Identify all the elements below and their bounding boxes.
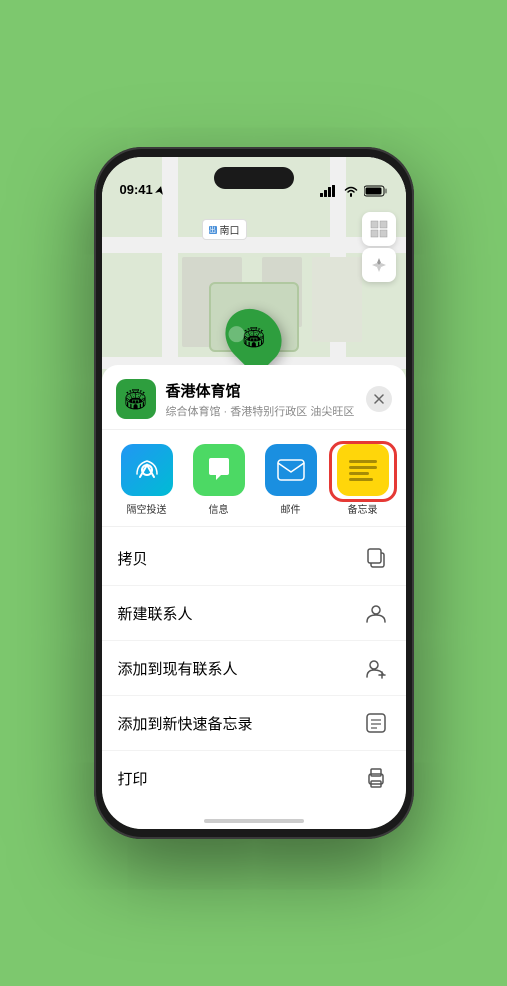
dynamic-island: [214, 167, 294, 189]
add-contact-label: 添加到现有联系人: [118, 658, 238, 679]
compass-icon: [371, 257, 387, 273]
phone-frame: 09:41: [94, 147, 414, 839]
bottom-sheet: 🏟 香港体育馆 综合体育馆 · 香港特别行政区 油尖旺区: [102, 365, 406, 829]
share-item-airdrop[interactable]: 隔空投送: [116, 444, 178, 516]
mail-label: 邮件: [281, 501, 301, 516]
share-item-messages[interactable]: 信息: [188, 444, 250, 516]
new-contact-icon: [362, 599, 390, 627]
location-label: 出 南口: [202, 219, 247, 240]
new-contact-label: 新建联系人: [118, 603, 193, 624]
sheet-header: 🏟 香港体育馆 综合体育馆 · 香港特别行政区 油尖旺区: [102, 365, 406, 430]
pin-inner-icon: 🏟: [241, 325, 266, 350]
copy-icon: [362, 544, 390, 572]
status-time: 09:41: [120, 182, 165, 197]
share-item-mail[interactable]: 邮件: [260, 444, 322, 516]
airdrop-symbol: [133, 456, 161, 484]
wifi-icon: [343, 185, 359, 197]
share-row: 隔空投送 信息: [102, 430, 406, 527]
add-contact-icon: [362, 654, 390, 682]
quick-note-label: 添加到新快速备忘录: [118, 713, 253, 734]
print-label: 打印: [118, 768, 148, 789]
messages-label: 信息: [209, 501, 229, 516]
venue-name: 香港体育馆: [166, 380, 356, 401]
venue-icon: 🏟: [116, 379, 156, 419]
home-indicator: [204, 819, 304, 823]
time-display: 09:41: [120, 182, 153, 197]
action-quick-note[interactable]: 添加到新快速备忘录: [102, 696, 406, 751]
action-add-contact[interactable]: 添加到现有联系人: [102, 641, 406, 696]
battery-icon: [364, 185, 388, 197]
phone-screen: 09:41: [102, 157, 406, 829]
mail-icon: [265, 444, 317, 496]
location-button[interactable]: [362, 248, 396, 282]
mail-symbol: [276, 458, 306, 482]
close-icon: [374, 394, 384, 404]
notes-icon: [337, 444, 389, 496]
signal-icon: [320, 185, 338, 197]
venue-info: 香港体育馆 综合体育馆 · 香港特别行政区 油尖旺区: [166, 380, 356, 419]
airdrop-icon: [121, 444, 173, 496]
action-copy[interactable]: 拷贝: [102, 531, 406, 586]
location-dot: 出: [209, 226, 217, 234]
quick-note-icon: [362, 709, 390, 737]
status-icons: [320, 185, 388, 197]
venue-description: 综合体育馆 · 香港特别行政区 油尖旺区: [166, 403, 356, 419]
airdrop-label: 隔空投送: [127, 501, 167, 516]
action-new-contact[interactable]: 新建联系人: [102, 586, 406, 641]
print-icon: [362, 764, 390, 792]
messages-icon: [193, 444, 245, 496]
share-item-notes[interactable]: 备忘录: [332, 444, 394, 516]
location-arrow-icon: [155, 185, 165, 195]
map-type-button[interactable]: [362, 212, 396, 246]
messages-symbol: [204, 455, 234, 485]
copy-label: 拷贝: [118, 548, 148, 569]
action-list: 拷贝 新建联系人: [102, 527, 406, 809]
action-print[interactable]: 打印: [102, 751, 406, 805]
close-button[interactable]: [366, 386, 392, 412]
share-item-more[interactable]: 推: [404, 444, 406, 516]
map-controls: [362, 212, 396, 282]
home-indicator-area: [102, 809, 406, 829]
map-type-icon: [370, 220, 388, 238]
notes-label: 备忘录: [348, 501, 378, 516]
